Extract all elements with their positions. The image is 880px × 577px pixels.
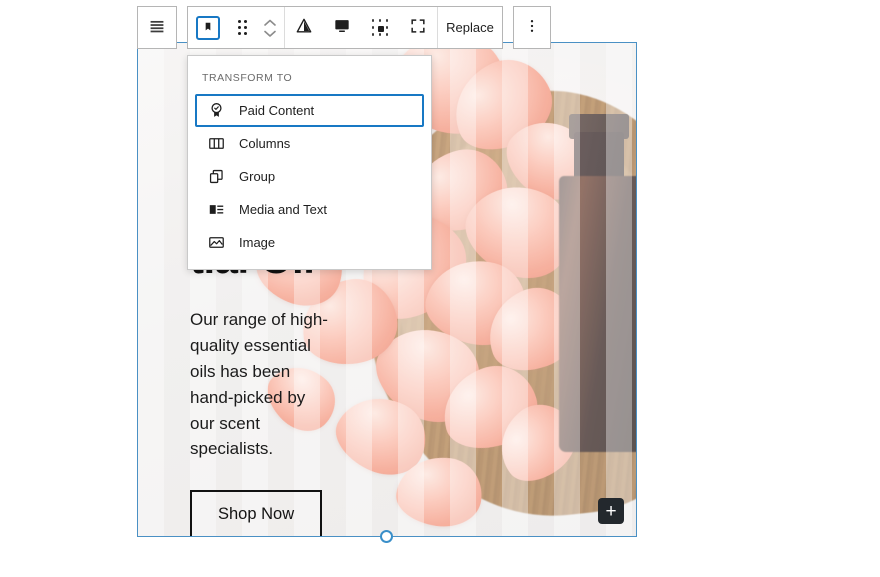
more-options-group xyxy=(513,6,551,49)
focal-point-picker-icon xyxy=(371,19,389,37)
drag-handle-button[interactable] xyxy=(228,7,256,48)
crop-icon xyxy=(408,16,428,39)
bottom-resize-handle[interactable] xyxy=(380,530,393,543)
overlay-contrast-button[interactable] xyxy=(285,7,323,48)
cover-settings-section xyxy=(284,7,437,48)
cover-paragraph[interactable]: Our range of high-quality essential oils… xyxy=(190,307,330,462)
oil-bottle xyxy=(558,176,636,453)
transform-option-label: Group xyxy=(239,169,276,184)
columns-icon xyxy=(205,133,227,155)
chevron-down-icon xyxy=(264,30,276,37)
block-controls-group: Replace xyxy=(187,6,503,49)
full-height-toggle-button[interactable] xyxy=(323,7,361,48)
transform-to-section-label: TRANSFORM TO xyxy=(202,72,293,84)
cover-overlay-icon xyxy=(294,16,314,39)
award-ribbon-icon xyxy=(205,100,227,122)
block-appender-button[interactable]: + xyxy=(598,498,624,524)
image-icon xyxy=(205,232,227,254)
more-options-button[interactable] xyxy=(514,7,550,48)
shop-now-button[interactable]: Shop Now xyxy=(190,490,323,536)
transform-option-group[interactable]: Group xyxy=(195,160,424,193)
block-type-switcher-button[interactable] xyxy=(188,7,228,48)
transform-option-label: Image xyxy=(239,235,276,250)
transform-option-label: Paid Content xyxy=(239,103,315,118)
chevron-up-icon xyxy=(264,19,276,26)
group-icon xyxy=(205,166,227,188)
editor-canvas: Essential Oil Our range of high-quality … xyxy=(0,0,880,577)
focal-point-picker-button[interactable] xyxy=(361,7,399,48)
drag-handle-icon xyxy=(237,20,247,35)
replace-section: Replace xyxy=(437,7,502,48)
full-height-toggle-icon xyxy=(332,16,352,39)
transform-option-label: Columns xyxy=(239,136,291,151)
transform-option-media-and-text[interactable]: Media and Text xyxy=(195,193,424,226)
transform-option-columns[interactable]: Columns xyxy=(195,127,424,160)
media-and-text-icon xyxy=(205,199,227,221)
move-block-buttons[interactable] xyxy=(256,7,284,48)
move-arrows-icon xyxy=(264,19,276,37)
block-switcher-section xyxy=(188,7,284,48)
paid-content-block-icon xyxy=(196,15,220,40)
block-toolbar: Replace xyxy=(137,6,551,49)
kebab-menu-icon xyxy=(523,17,541,38)
transform-option-label: Media and Text xyxy=(239,202,327,217)
transform-option-image[interactable]: Image xyxy=(195,226,424,259)
replace-button[interactable]: Replace xyxy=(438,7,502,48)
list-view-icon xyxy=(146,15,168,40)
list-view-button[interactable] xyxy=(138,7,176,48)
transform-to-dropdown: TRANSFORM TO Paid Content Columns Group … xyxy=(187,55,432,270)
crop-button[interactable] xyxy=(399,7,437,48)
list-view-group xyxy=(137,6,177,49)
transform-option-paid-content[interactable]: Paid Content xyxy=(195,94,424,127)
